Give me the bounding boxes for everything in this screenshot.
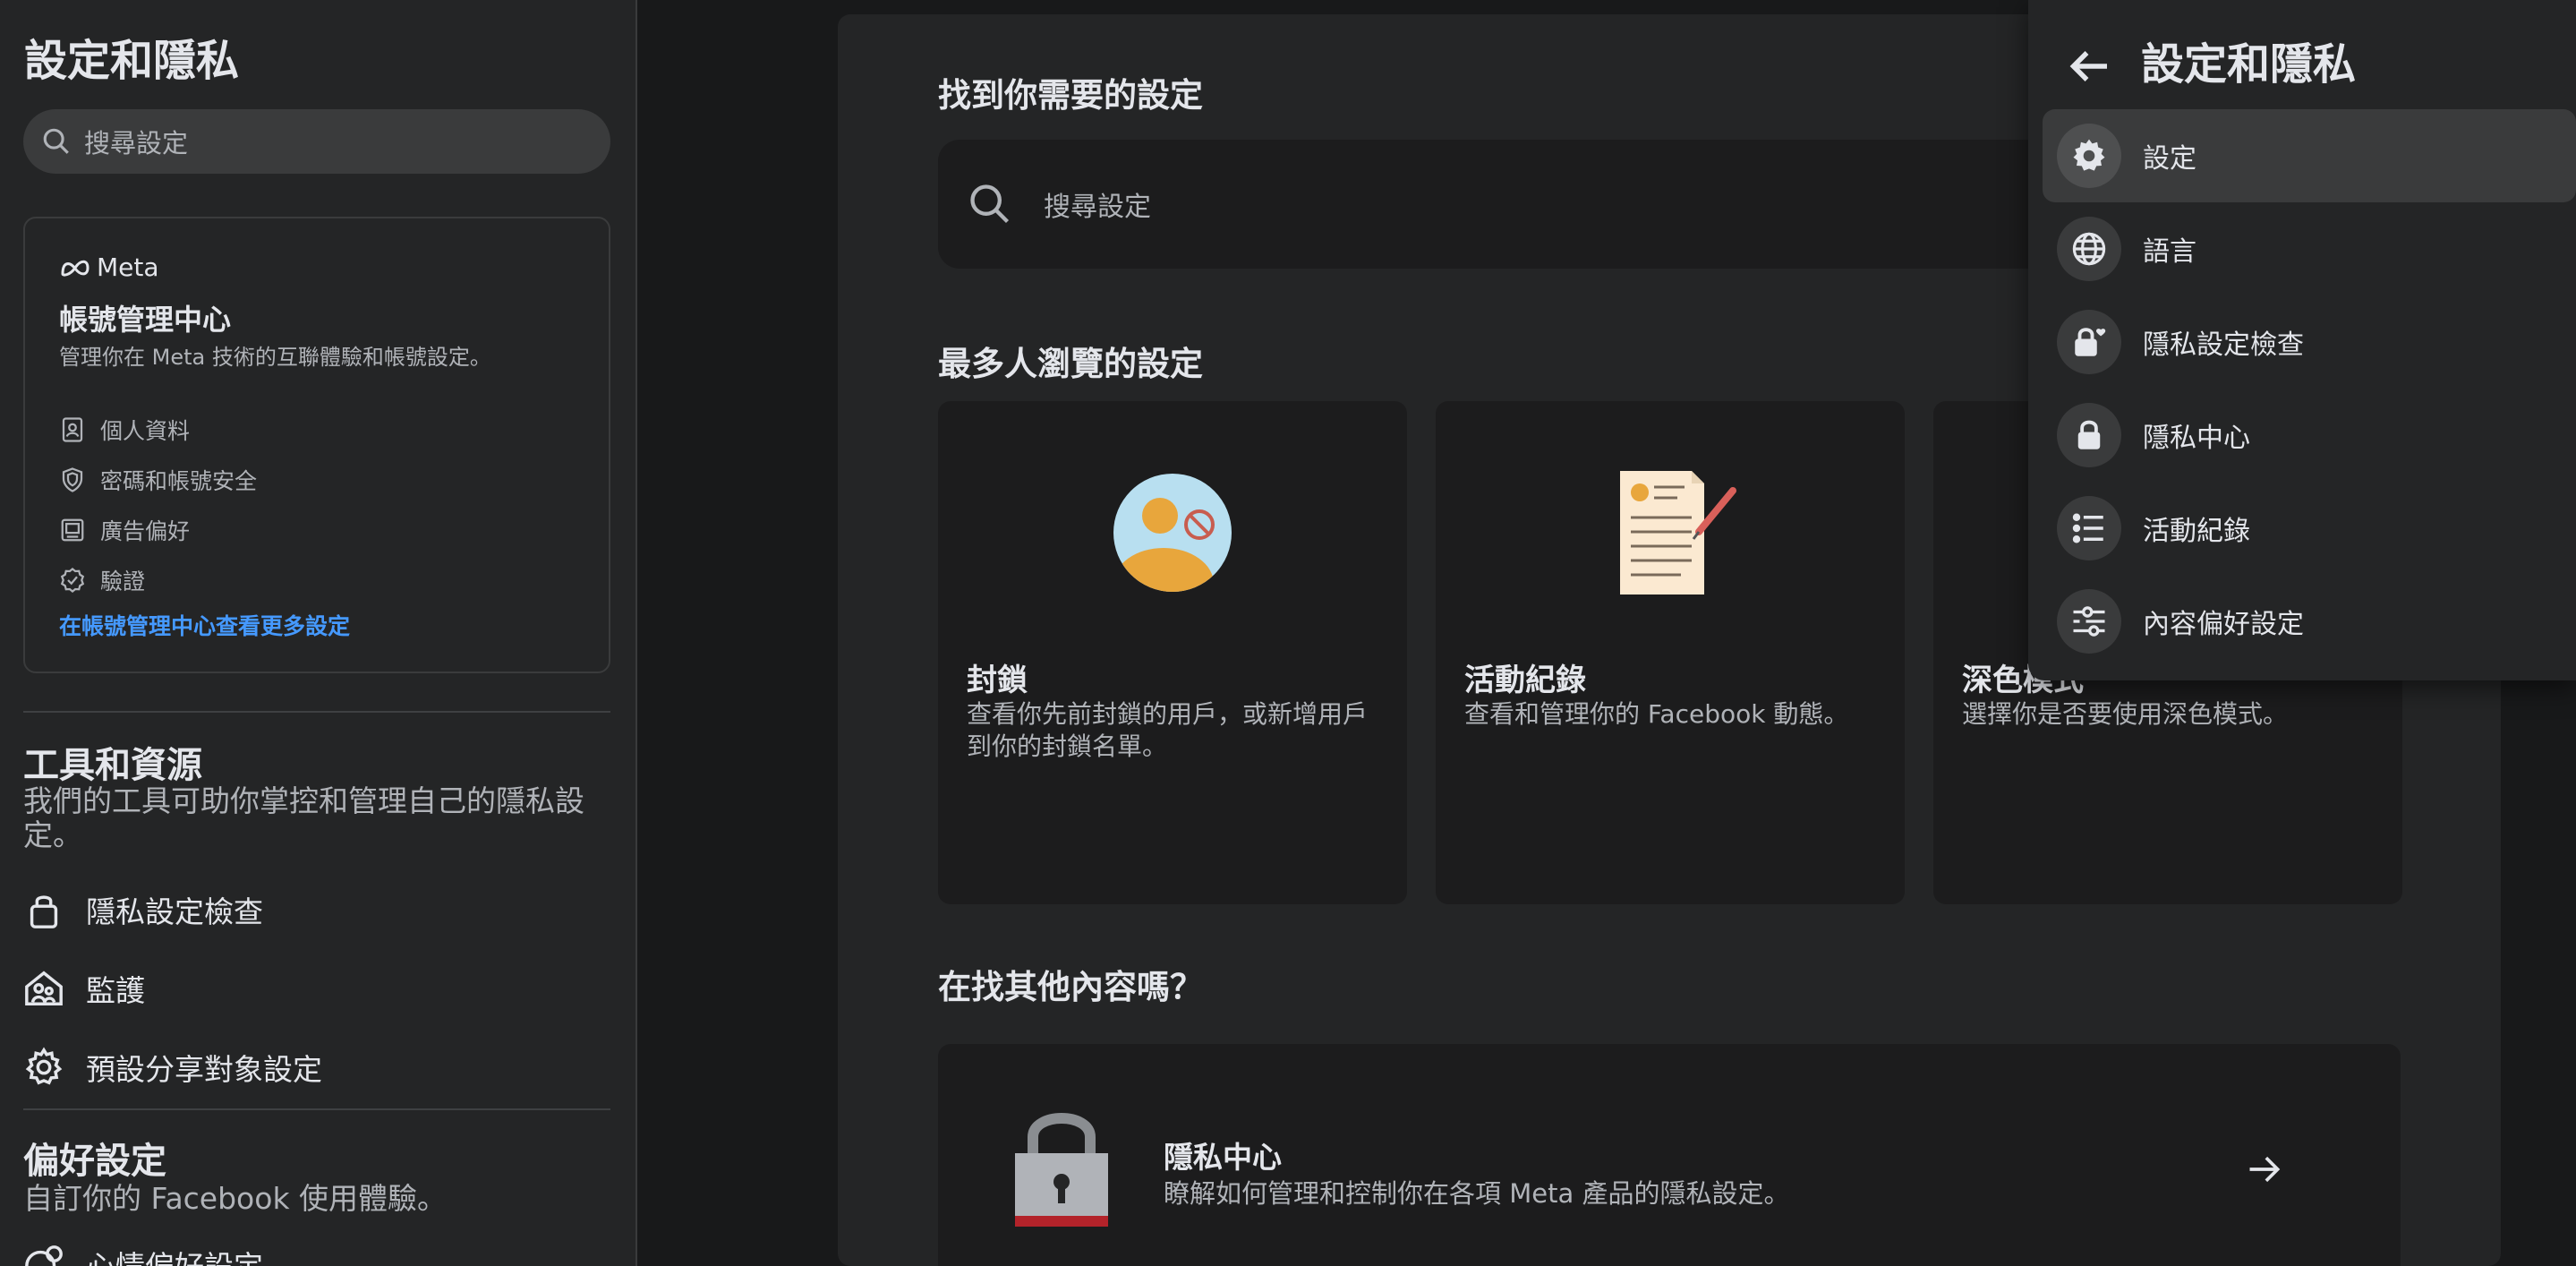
setting-card-blocking[interactable]: 封鎖 查看你先前封鎖的用戶，或新增用戶到你的封鎖名單。 xyxy=(938,401,1407,904)
tools-section-title: 工具和資源 xyxy=(23,745,202,786)
dropdown-item-label: 設定 xyxy=(2143,143,2196,175)
dropdown-item-label: 內容偏好設定 xyxy=(2143,609,2304,640)
tools-section-description: 我們的工具可助你掌控和管理自己的隱私設定。 xyxy=(23,783,584,852)
preferences-section-description: 自訂你的 Facebook 使用體驗。 xyxy=(23,1181,448,1216)
arrow-right-icon[interactable] xyxy=(2245,1150,2284,1189)
privacy-center-description: 瞭解如何管理和控制你在各項 Meta 產品的隱私設定。 xyxy=(1164,1178,1790,1209)
blocked-user-illustration xyxy=(1113,474,1232,592)
padlock-illustration xyxy=(1015,1113,1108,1227)
tool-label: 隱私設定檢查 xyxy=(86,894,263,929)
card-title: 封鎖 xyxy=(967,663,1028,698)
tool-label: 監護 xyxy=(86,973,145,1008)
tool-privacy-checkup[interactable]: 隱私設定檢查 xyxy=(23,888,263,931)
gear-icon xyxy=(2057,124,2121,188)
reaction-icon xyxy=(25,1245,63,1266)
dropdown-item-label: 隱私設定檢查 xyxy=(2143,329,2304,361)
accounts-center-title: 帳號管理中心 xyxy=(59,303,232,337)
lock-icon xyxy=(2057,403,2121,467)
lock-heart-icon xyxy=(2057,310,2121,374)
settings-privacy-dropdown: 設定和隱私 設定 語言 隱私設定檢查 隱私中心 活動紀錄 內容偏好設定 xyxy=(2028,0,2576,680)
back-arrow-icon[interactable] xyxy=(2062,39,2116,93)
dropdown-item-label: 語言 xyxy=(2143,236,2196,268)
id-card-icon xyxy=(62,417,83,442)
card-title: 活動紀錄 xyxy=(1464,663,1586,698)
accounts-item-label: 廣告偏好 xyxy=(100,518,191,544)
pref-reaction-preferences[interactable]: 心情偏好設定 xyxy=(23,1243,263,1266)
accounts-center-card[interactable]: Meta 帳號管理中心 管理你在 Meta 技術的互聯體驗和帳號設定。 個人資料… xyxy=(23,217,610,673)
sidebar-title: 設定和隱私 xyxy=(24,36,240,86)
accounts-item-verification[interactable]: 驗證 xyxy=(59,564,145,596)
dropdown-item-activity-log[interactable]: 活動紀錄 xyxy=(2043,482,2576,575)
sidebar-search-input[interactable]: 搜尋設定 xyxy=(23,109,610,174)
family-home-icon xyxy=(25,971,63,1005)
dropdown-item-language[interactable]: 語言 xyxy=(2043,202,2576,295)
section-divider xyxy=(23,1108,610,1110)
lock-icon xyxy=(30,895,58,928)
find-settings-heading: 找到你需要的設定 xyxy=(938,76,1203,115)
verified-badge-icon xyxy=(60,568,85,593)
main-search-placeholder: 搜尋設定 xyxy=(1044,192,1151,223)
dropdown-item-label: 隱私中心 xyxy=(2143,423,2250,454)
tool-label: 預設分享對象設定 xyxy=(86,1052,322,1087)
globe-icon xyxy=(2057,217,2121,281)
card-description: 查看你先前封鎖的用戶，或新增用戶到你的封鎖名單。 xyxy=(967,699,1369,761)
popular-settings-heading: 最多人瀏覽的設定 xyxy=(938,345,1203,383)
card-description: 選擇你是否要使用深色模式。 xyxy=(1962,699,2289,729)
dropdown-title: 設定和隱私 xyxy=(2141,39,2357,90)
meta-infinity-icon xyxy=(61,260,90,277)
looking-for-other-heading: 在找其他內容嗎？ xyxy=(938,968,1203,1006)
accounts-item-profile[interactable]: 個人資料 xyxy=(59,414,190,446)
sidebar-search-placeholder: 搜尋設定 xyxy=(84,128,189,158)
accounts-item-label: 個人資料 xyxy=(100,418,191,444)
dropdown-item-content-preferences[interactable]: 內容偏好設定 xyxy=(2043,575,2576,668)
dropdown-item-privacy-center[interactable]: 隱私中心 xyxy=(2043,389,2576,482)
accounts-center-more-link[interactable]: 在帳號管理中心查看更多設定 xyxy=(59,609,350,641)
tool-supervision[interactable]: 監護 xyxy=(23,967,145,1010)
accounts-center-description: 管理你在 Meta 技術的互聯體驗和帳號設定。 xyxy=(59,345,491,370)
privacy-center-title: 隱私中心 xyxy=(1164,1140,1282,1175)
sliders-icon xyxy=(2057,589,2121,654)
tool-label: 心情偏好設定 xyxy=(86,1243,263,1266)
section-divider xyxy=(23,711,610,713)
accounts-item-label: 密碼和帳號安全 xyxy=(100,468,258,494)
preferences-section-title: 偏好設定 xyxy=(23,1141,166,1182)
gear-icon xyxy=(25,1047,63,1085)
document-illustration xyxy=(1620,471,1736,595)
search-icon xyxy=(970,184,1010,224)
dropdown-item-privacy-checkup[interactable]: 隱私設定檢查 xyxy=(2043,295,2576,389)
dropdown-item-label: 活動紀錄 xyxy=(2143,516,2250,547)
list-icon xyxy=(2057,496,2121,560)
shield-icon xyxy=(62,467,83,492)
accounts-item-ad-preferences[interactable]: 廣告偏好 xyxy=(59,514,190,546)
dropdown-item-settings[interactable]: 設定 xyxy=(2043,109,2576,202)
accounts-item-password-security[interactable]: 密碼和帳號安全 xyxy=(59,464,257,496)
setting-card-activity-log[interactable]: 活動紀錄 查看和管理你的 Facebook 動態。 xyxy=(1436,401,1905,904)
accounts-item-label: 驗證 xyxy=(100,569,146,595)
search-icon xyxy=(43,128,69,154)
meta-logo-text: Meta xyxy=(97,252,159,282)
tool-default-audience[interactable]: 預設分享對象設定 xyxy=(23,1046,322,1089)
privacy-center-card[interactable]: 隱私中心 瞭解如何管理和控制你在各項 Meta 產品的隱私設定。 xyxy=(938,1044,2401,1266)
meta-logo: Meta xyxy=(59,252,159,282)
card-description: 查看和管理你的 Facebook 動態。 xyxy=(1464,699,1849,729)
monitor-icon xyxy=(61,518,84,542)
settings-sidebar: 設定和隱私 搜尋設定 Meta 帳號管理中心 管理你在 Meta 技術的互聯體驗… xyxy=(0,0,637,1266)
